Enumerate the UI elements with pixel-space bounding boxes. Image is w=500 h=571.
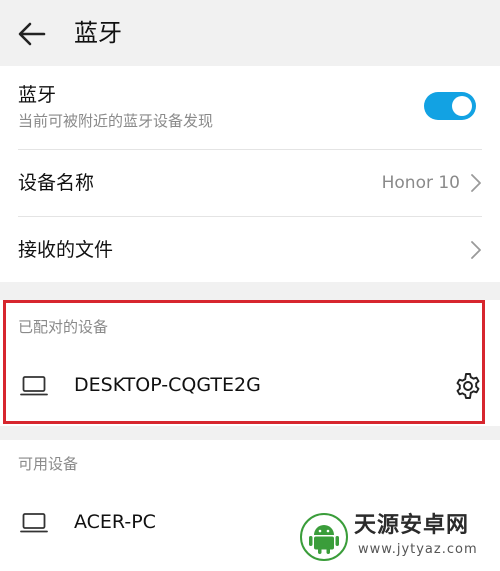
chevron-right-icon <box>471 174 481 192</box>
laptop-icon <box>20 513 48 533</box>
gear-icon <box>456 373 480 399</box>
device-name-value: Honor 10 <box>381 173 460 193</box>
paired-devices-card: 已配对的设备 DESKTOP-CQGTE2G <box>0 300 500 426</box>
paired-devices-header: 已配对的设备 <box>18 318 109 336</box>
bluetooth-label: 蓝牙 <box>18 84 57 106</box>
bluetooth-settings-card: 蓝牙 当前可被附近的蓝牙设备发现 设备名称 Honor 10 接收的文件 <box>0 66 500 282</box>
back-arrow-icon <box>18 22 46 46</box>
bluetooth-toggle-row[interactable]: 蓝牙 当前可被附近的蓝牙设备发现 <box>0 66 500 144</box>
back-button[interactable] <box>14 16 50 52</box>
toggle-knob <box>452 96 472 116</box>
paired-device-row[interactable]: DESKTOP-CQGTE2G <box>0 360 500 410</box>
watermark-title: 天源安卓网 <box>354 513 470 538</box>
android-logo-icon <box>300 513 348 561</box>
received-files-label: 接收的文件 <box>18 239 114 261</box>
page-title: 蓝牙 <box>74 19 122 47</box>
watermark-url: www.jytyaz.com <box>358 542 478 557</box>
available-device-name: ACER-PC <box>74 511 156 533</box>
device-name-row[interactable]: 设备名称 Honor 10 <box>0 150 500 216</box>
device-name-label: 设备名称 <box>18 172 95 194</box>
chevron-right-icon <box>471 241 481 259</box>
received-files-row[interactable]: 接收的文件 <box>0 217 500 282</box>
device-settings-button[interactable] <box>452 370 484 402</box>
available-devices-header: 可用设备 <box>18 455 79 473</box>
paired-device-name: DESKTOP-CQGTE2G <box>74 374 261 396</box>
bluetooth-toggle-switch[interactable] <box>424 92 476 120</box>
site-watermark: 天源安卓网 www.jytyaz.com <box>300 511 490 563</box>
bluetooth-description: 当前可被附近的蓝牙设备发现 <box>18 112 214 130</box>
app-header: 蓝牙 <box>0 0 500 66</box>
laptop-icon <box>20 376 48 396</box>
